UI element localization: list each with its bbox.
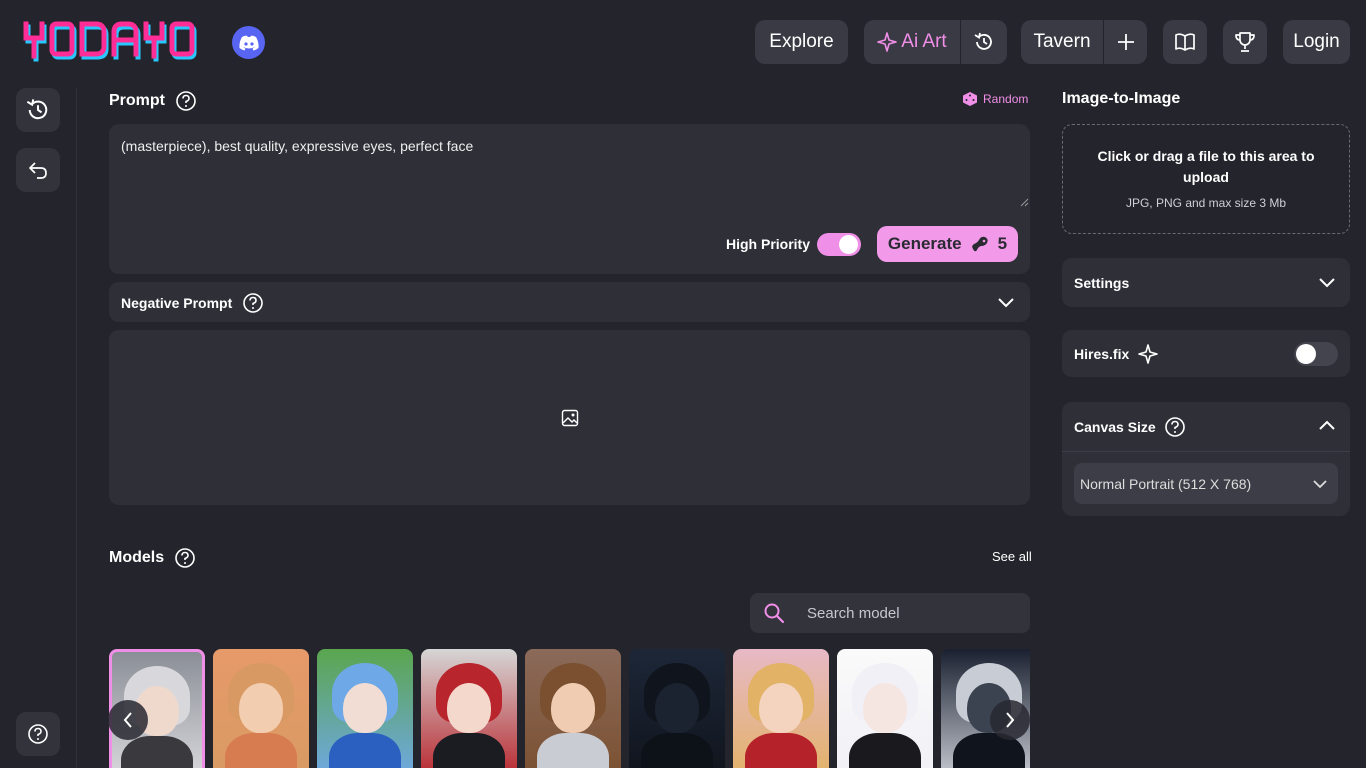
model-thumbnail-face (239, 683, 283, 733)
generate-label: Generate (887, 234, 962, 253)
settings-title: Settings (1074, 275, 1130, 291)
chevron-up-icon[interactable] (1318, 418, 1336, 434)
prompt-title: Prompt (109, 92, 165, 109)
models-carousel (109, 649, 1030, 768)
hires-header: Hires.fix (1074, 343, 1159, 365)
generate-cost: 5 (997, 234, 1008, 253)
model-card[interactable] (525, 649, 621, 768)
login-button[interactable]: Login (1283, 20, 1350, 64)
help-icon[interactable] (242, 292, 264, 314)
model-thumbnail-body (537, 733, 609, 768)
carousel-next-button[interactable] (990, 700, 1030, 740)
model-thumbnail-body (433, 733, 505, 768)
negative-prompt-header: Negative Prompt (121, 292, 264, 314)
model-thumbnail-face (447, 683, 491, 733)
resize-handle[interactable] (1019, 197, 1029, 207)
chevron-down-icon (1312, 477, 1328, 491)
trophy-icon (1234, 31, 1256, 53)
explore-button[interactable]: Explore (755, 20, 848, 64)
help-icon[interactable] (174, 547, 196, 569)
random-prompt-button[interactable]: Random (962, 91, 1028, 107)
sparkle-icon (1137, 343, 1159, 365)
bean-icon (969, 234, 991, 254)
canvas-size-header[interactable]: Canvas Size (1074, 416, 1186, 438)
image-icon (561, 409, 579, 427)
history-icon (973, 31, 995, 53)
add-button[interactable] (1104, 20, 1147, 64)
chevron-down-icon[interactable] (997, 294, 1015, 310)
rail-divider (76, 88, 77, 768)
history-button[interactable] (961, 20, 1007, 64)
high-priority-toggle[interactable] (817, 233, 861, 256)
chevron-down-icon[interactable] (1318, 274, 1336, 290)
guide-button[interactable] (1163, 20, 1207, 64)
divider (1062, 451, 1350, 452)
model-thumbnail-face (551, 683, 595, 733)
discord-icon[interactable] (232, 26, 265, 59)
models-header: Models (109, 547, 196, 569)
history-rail-button[interactable] (16, 88, 60, 132)
model-card[interactable] (213, 649, 309, 768)
model-card[interactable] (317, 649, 413, 768)
search-model-input[interactable] (795, 593, 1020, 633)
models-title: Models (109, 549, 165, 566)
hires-toggle[interactable] (1294, 342, 1338, 366)
random-label: Random (983, 92, 1029, 106)
model-thumbnail-face (343, 683, 387, 733)
model-thumbnail-body (225, 733, 297, 768)
model-thumbnail-face (863, 683, 907, 733)
negative-prompt-title: Negative Prompt (121, 295, 233, 311)
model-thumbnail-body (329, 733, 401, 768)
tavern-button[interactable]: Tavern (1021, 20, 1103, 64)
chevron-right-icon (1004, 711, 1016, 729)
model-card[interactable] (733, 649, 829, 768)
help-icon (27, 723, 49, 745)
model-thumbnail-face (655, 683, 699, 733)
hires-title: Hires.fix (1074, 346, 1130, 362)
ai-art-group: Ai Art (864, 20, 1007, 64)
help-icon[interactable] (175, 90, 197, 112)
high-priority-label: High Priority (726, 236, 811, 252)
prompt-text: (masterpiece), best quality, expressive … (121, 138, 474, 154)
carousel-prev-button[interactable] (108, 700, 148, 740)
undo-icon (26, 158, 50, 182)
help-rail-button[interactable] (16, 712, 60, 756)
prompt-header: Prompt (109, 90, 197, 112)
leaderboard-button[interactable] (1223, 20, 1267, 64)
plus-icon (1116, 32, 1136, 52)
upload-hint: JPG, PNG and max size 3 Mb (1125, 196, 1287, 210)
yodayo-logo[interactable] (20, 18, 220, 64)
tavern-group: Tavern (1021, 20, 1147, 64)
undo-rail-button[interactable] (16, 148, 60, 192)
model-card[interactable] (837, 649, 933, 768)
help-icon[interactable] (1164, 416, 1186, 438)
search-icon (763, 602, 785, 624)
model-card[interactable] (421, 649, 517, 768)
book-icon (1174, 32, 1196, 52)
model-thumbnail-body (121, 736, 193, 768)
ai-art-label: Ai Art (901, 31, 947, 52)
generate-button[interactable]: Generate 5 (877, 226, 1018, 262)
model-thumbnail-face (759, 683, 803, 733)
model-card[interactable] (629, 649, 725, 768)
see-all-link[interactable]: See all (992, 549, 1032, 564)
canvas-size-title: Canvas Size (1074, 419, 1156, 435)
dice-icon (962, 91, 978, 107)
history-icon (25, 97, 51, 123)
ai-art-button[interactable]: Ai Art (864, 20, 960, 64)
model-thumbnail-body (849, 733, 921, 768)
sparkle-icon (877, 32, 898, 52)
model-thumbnail-body (745, 733, 817, 768)
chevron-left-icon (122, 711, 134, 729)
model-thumbnail-body (641, 733, 713, 768)
canvas-size-value: Normal Portrait (512 X 768) (1080, 476, 1252, 492)
upload-text: Click or drag a file to this area to upl… (1097, 148, 1315, 185)
image-to-image-title: Image-to-Image (1062, 90, 1181, 107)
